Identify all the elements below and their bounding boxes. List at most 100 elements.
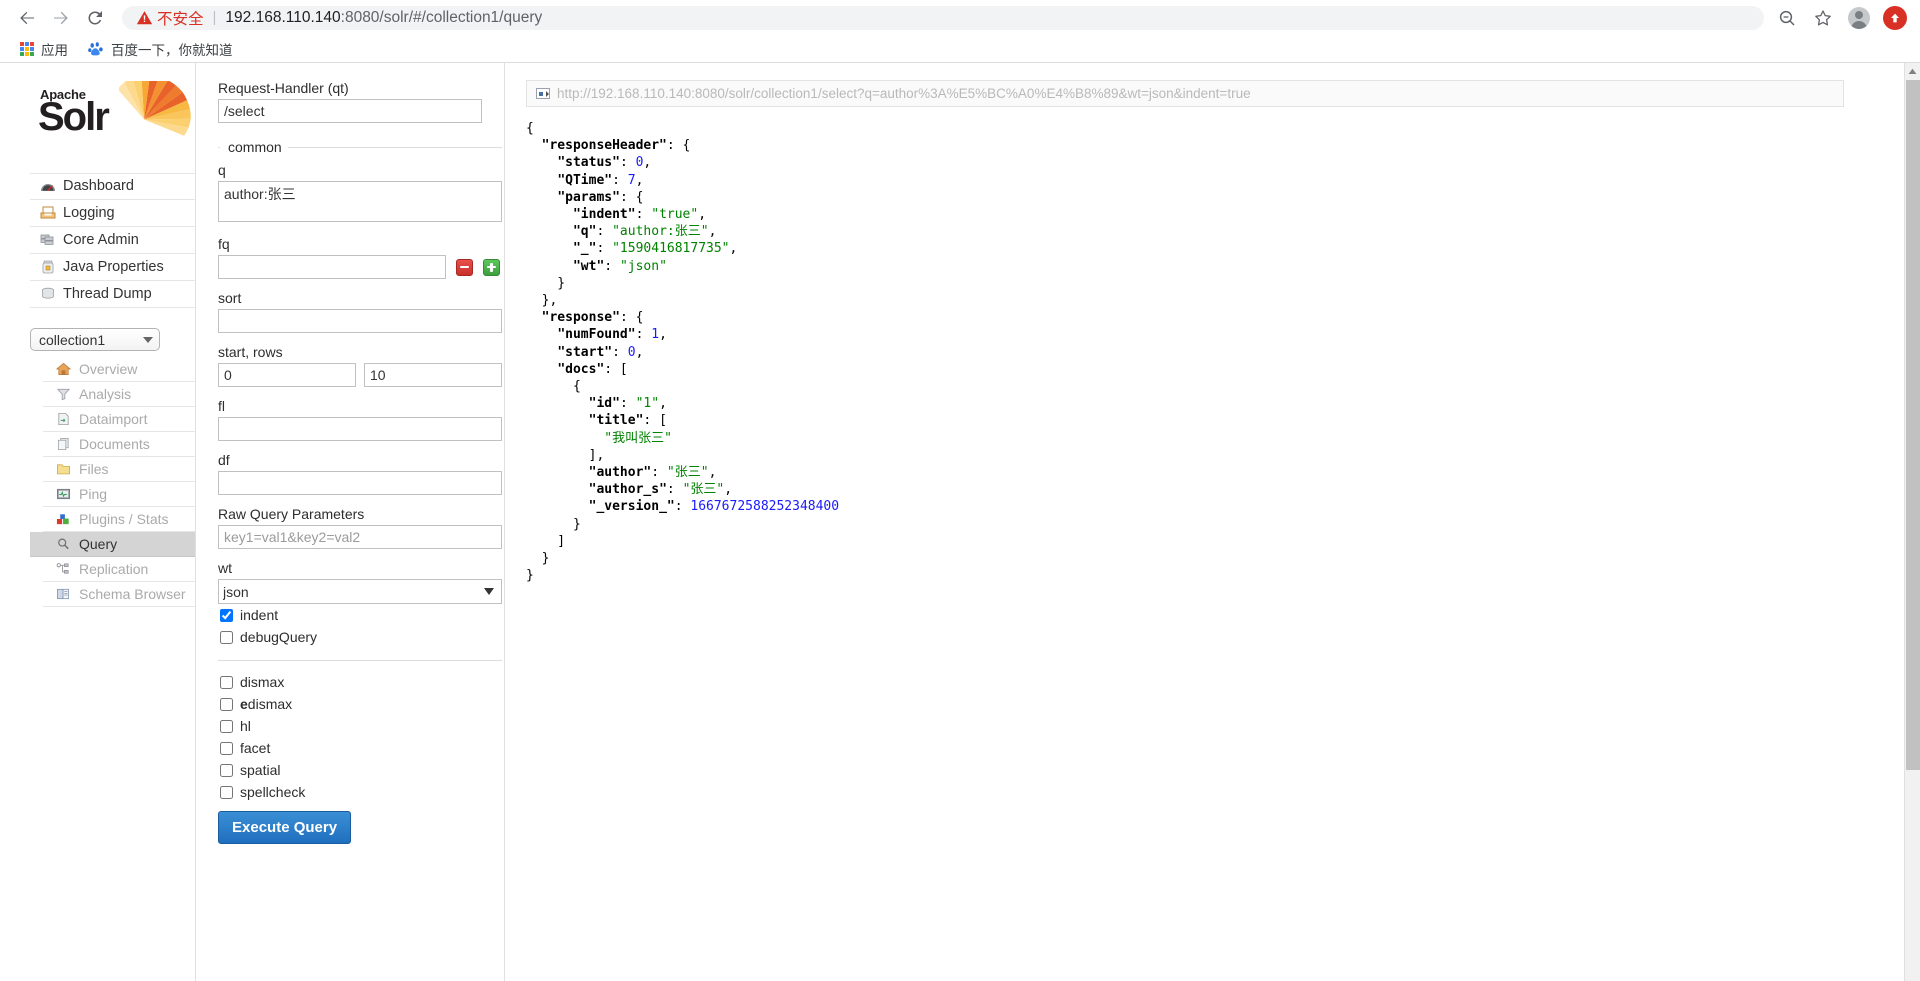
thread-dump-stack-icon — [39, 286, 56, 302]
core-item-plugins-stats-label: Plugins / Stats — [79, 511, 169, 527]
page-viewport: Apache Solr Dashboard Logging Core Admin… — [0, 63, 1920, 981]
checkbox-debugQuery[interactable] — [220, 630, 233, 644]
back-button[interactable] — [10, 1, 44, 35]
chevron-down-icon — [143, 336, 153, 343]
checkbox-row-spatial: spatial — [218, 759, 502, 781]
json-line: { — [526, 379, 581, 395]
common-fieldset: common q fq sort start, rows — [218, 139, 502, 844]
q-input[interactable] — [218, 181, 502, 222]
core-item-files[interactable]: Files — [43, 457, 195, 482]
json-line: "author_s": "张三", — [588, 482, 733, 498]
core-item-plugins-stats[interactable]: Plugins / Stats — [43, 507, 195, 532]
start-input[interactable] — [218, 363, 356, 387]
q-label: q — [218, 162, 226, 178]
raw-query-parameters-input[interactable] — [218, 525, 502, 549]
json-line: ] — [526, 533, 566, 549]
core-item-schema-browser[interactable]: Schema Browser — [43, 582, 195, 607]
sidebar-item-dashboard-label: Dashboard — [63, 178, 134, 195]
documents-icon — [55, 436, 72, 452]
schema-book-icon — [55, 586, 72, 602]
json-line: "我叫张三" — [604, 430, 672, 446]
request-handler-input[interactable] — [218, 99, 482, 123]
core-item-replication[interactable]: Replication — [43, 557, 195, 582]
apps-grid-icon — [20, 41, 34, 56]
core-item-ping[interactable]: Ping — [43, 482, 195, 507]
scroll-up-arrow-icon[interactable] — [1905, 63, 1920, 80]
star-icon[interactable] — [1806, 1, 1840, 35]
ping-monitor-icon — [55, 486, 72, 502]
checkbox-label-edismax[interactable]: edismax — [240, 696, 292, 712]
core-item-analysis[interactable]: Analysis — [43, 382, 195, 407]
json-line: } — [526, 516, 581, 532]
fq-add-button[interactable] — [483, 258, 500, 276]
sidebar-item-logging[interactable]: Logging — [30, 200, 195, 227]
dataimport-icon — [55, 411, 72, 427]
sidebar-item-thread-dump[interactable]: Thread Dump — [30, 281, 195, 308]
baidu-paw-icon — [88, 41, 103, 55]
update-arrow-icon[interactable] — [1880, 3, 1910, 33]
core-item-overview[interactable]: Overview — [43, 357, 195, 382]
scrollbar-thumb[interactable] — [1906, 80, 1920, 770]
reload-button[interactable] — [78, 1, 112, 35]
checkbox-indent[interactable] — [220, 608, 233, 622]
core-item-query[interactable]: Query — [30, 532, 195, 557]
not-secure-label: 不安全 — [157, 10, 204, 28]
json-line: } — [526, 568, 534, 584]
checkbox-edismax[interactable] — [220, 697, 233, 711]
address-bar[interactable]: 不安全 | 192.168.110.140:8080/solr/#/collec… — [122, 5, 1764, 30]
profile-avatar-icon[interactable] — [1842, 1, 1876, 35]
checkbox-label-indent[interactable]: indent — [240, 607, 278, 623]
sidebar-item-dashboard[interactable]: Dashboard — [30, 173, 195, 200]
checkbox-row-edismax: edismax — [218, 693, 502, 715]
sidebar: Apache Solr Dashboard Logging Core Admin… — [30, 63, 195, 607]
core-nav: Overview Analysis Dataimport Documents F… — [30, 357, 195, 607]
omnibox-separator: | — [212, 9, 217, 26]
fq-remove-button[interactable] — [456, 258, 473, 276]
checkbox-label-hl[interactable]: hl — [240, 718, 251, 734]
sort-label: sort — [218, 290, 242, 306]
checkbox-label-debugQuery[interactable]: debugQuery — [240, 629, 317, 645]
core-item-documents-label: Documents — [79, 436, 150, 452]
wt-label: wt — [218, 560, 232, 576]
checkbox-label-facet[interactable]: facet — [240, 740, 270, 756]
checkbox-dismax[interactable] — [220, 675, 233, 689]
collection-selector[interactable]: collection1 — [30, 328, 160, 351]
result-url-bar[interactable]: http://192.168.110.140:8080/solr/collect… — [526, 80, 1844, 107]
bookmark-apps[interactable]: 应用 — [12, 36, 76, 62]
sidebar-item-core-admin[interactable]: Core Admin — [30, 227, 195, 254]
json-line: "_": "1590416817735", — [572, 241, 738, 257]
execute-query-button[interactable]: Execute Query — [218, 811, 352, 844]
forward-button[interactable] — [44, 1, 78, 35]
bookmark-baidu[interactable]: 百度一下，你就知道 — [80, 36, 241, 62]
solr-logo[interactable]: Apache Solr — [30, 81, 195, 161]
not-secure-indicator[interactable]: 不安全 — [136, 7, 204, 29]
wt-select[interactable]: jsonxmlpythonrubyphpcsv — [218, 579, 502, 604]
core-admin-stack-icon — [39, 232, 56, 248]
fq-input[interactable] — [218, 255, 446, 279]
df-input[interactable] — [218, 471, 502, 495]
fl-input[interactable] — [218, 417, 502, 441]
logo-solr-text: Solr — [38, 95, 110, 139]
json-response-output: { "responseHeader": { "status": 0, "QTim… — [526, 120, 1844, 584]
checkbox-label-dismax[interactable]: dismax — [240, 674, 284, 690]
sidebar-item-thread-dump-label: Thread Dump — [63, 285, 152, 302]
rows-input[interactable] — [364, 363, 502, 387]
core-item-documents[interactable]: Documents — [43, 432, 195, 457]
json-line: "response": { — [541, 310, 644, 326]
checkbox-label-spatial[interactable]: spatial — [240, 762, 280, 778]
sidebar-item-java-properties[interactable]: Java Properties — [30, 254, 195, 281]
home-icon — [55, 361, 72, 377]
request-handler-label: Request-Handler (qt) — [218, 80, 349, 96]
checkbox-facet[interactable] — [220, 741, 233, 755]
solr-admin-app: Apache Solr Dashboard Logging Core Admin… — [0, 63, 1904, 981]
checkbox-hl[interactable] — [220, 719, 233, 733]
json-line: "start": 0, — [557, 344, 644, 360]
replication-nodes-icon — [55, 561, 72, 577]
checkbox-spatial[interactable] — [220, 763, 233, 777]
page-scrollbar[interactable] — [1904, 63, 1920, 981]
checkbox-spellcheck[interactable] — [220, 785, 233, 799]
core-item-dataimport[interactable]: Dataimport — [43, 407, 195, 432]
sort-input[interactable] — [218, 309, 502, 333]
checkbox-label-spellcheck[interactable]: spellcheck — [240, 784, 305, 800]
search-icon[interactable] — [1770, 1, 1804, 35]
